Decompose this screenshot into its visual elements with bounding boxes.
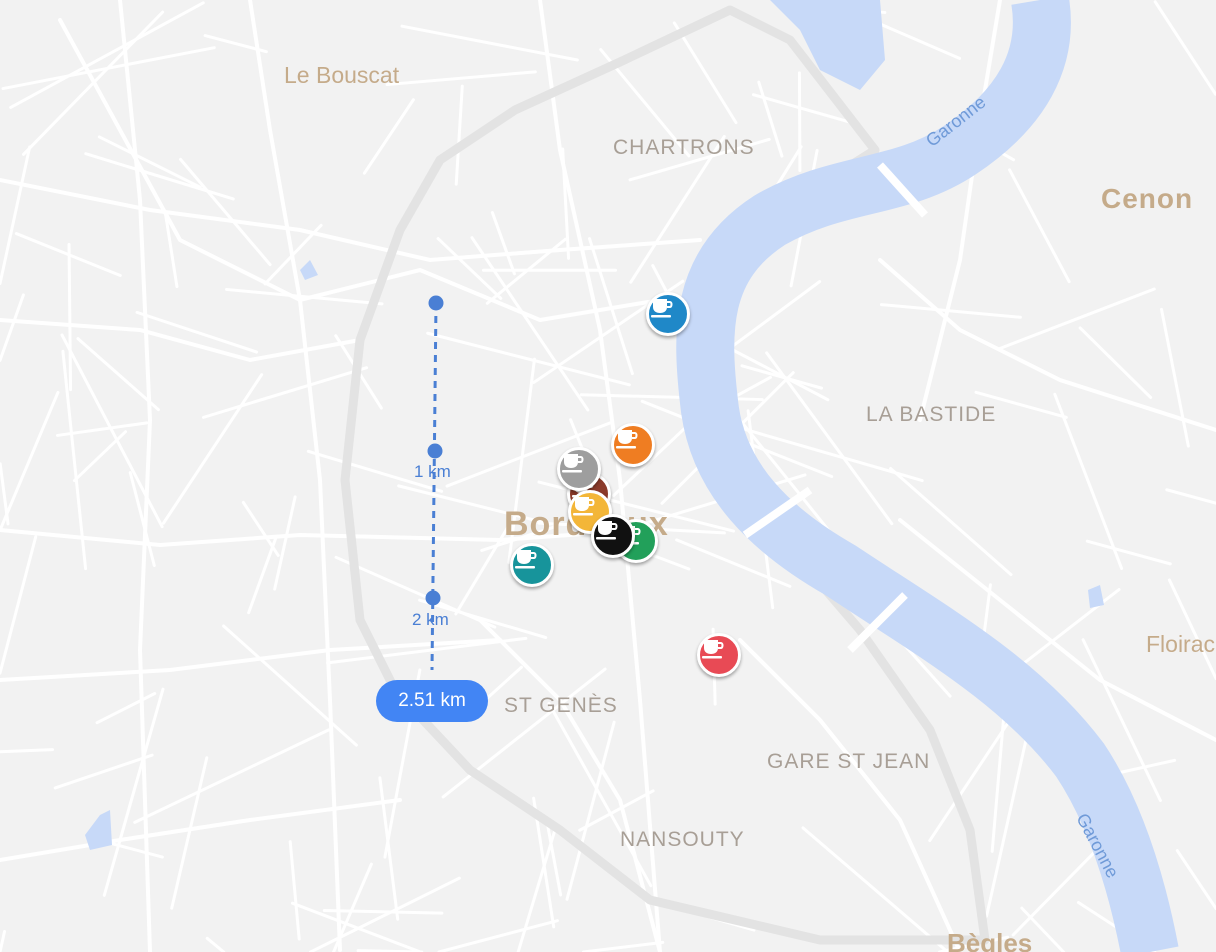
place-label-le-bouscat: Le Bouscat [284, 62, 400, 88]
cafe-pin-black[interactable] [591, 514, 635, 558]
coffee-cup-icon [562, 454, 584, 473]
coffee-cup-icon [616, 430, 638, 449]
place-label-floirac: Floirac [1146, 631, 1216, 657]
cafe-pin-red[interactable] [697, 633, 741, 677]
place-label-chartrons: CHARTRONS [613, 136, 755, 159]
coffee-cup-icon [596, 521, 618, 540]
coffee-cup-icon [515, 550, 537, 569]
cafe-pin-blue[interactable] [646, 292, 690, 336]
map-canvas[interactable]: Le Bouscat CHARTRONS Cenon LA BASTIDE Bo… [0, 0, 1216, 952]
coffee-cup-icon [573, 497, 595, 516]
coffee-cup-icon [651, 299, 673, 318]
cafe-pin-orange[interactable] [611, 423, 655, 467]
map-background [0, 0, 1216, 952]
place-label-cenon: Cenon [1101, 183, 1194, 214]
place-label-begles: Bègles [947, 928, 1033, 952]
distance-marker-2km: 2 km [412, 610, 449, 629]
coffee-cup-icon [702, 640, 724, 659]
distance-marker-1km: 1 km [414, 462, 451, 481]
cafe-pin-gray[interactable] [557, 447, 601, 491]
place-label-la-bastide: LA BASTIDE [866, 403, 997, 426]
total-distance-badge[interactable]: 2.51 km [376, 680, 488, 722]
cafe-pin-teal[interactable] [510, 543, 554, 587]
place-label-gare-st-jean: GARE ST JEAN [767, 750, 931, 773]
place-label-nansouty: NANSOUTY [620, 828, 745, 851]
place-label-st-genes: ST GENÈS [504, 694, 618, 717]
